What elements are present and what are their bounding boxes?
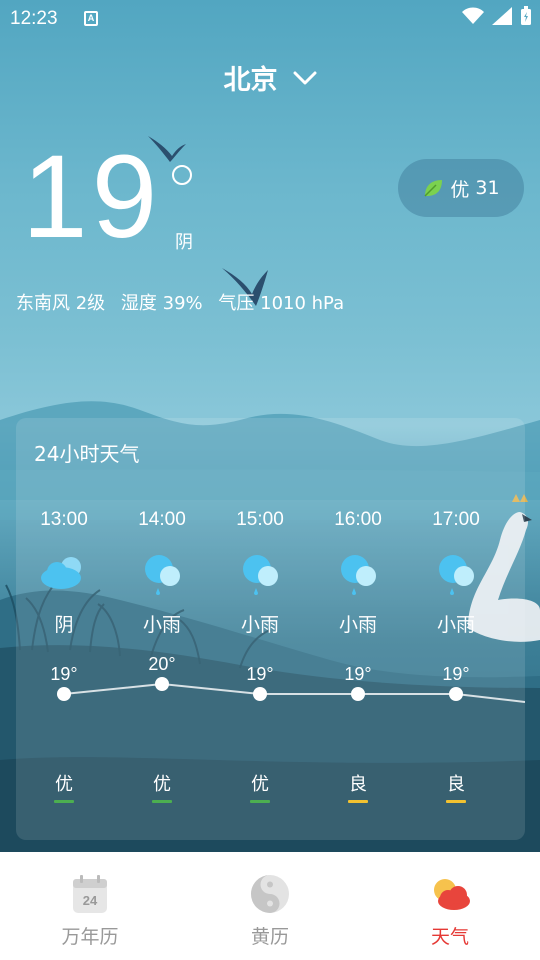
hour-temperature: 20° <box>148 654 176 674</box>
hour-air-quality: 优 <box>55 774 73 795</box>
nav-label: 天气 <box>430 926 469 948</box>
hour-time: 17:00 <box>432 509 480 530</box>
hour-icon-wrap <box>113 550 211 598</box>
hour-air-quality: 良 <box>349 774 367 795</box>
cloudy-icon <box>41 557 81 589</box>
nav-label: 万年历 <box>61 926 119 948</box>
hour-time: 14:00 <box>138 509 186 530</box>
air-quality-bar <box>152 800 172 803</box>
hour-condition: 小雨 <box>436 614 475 636</box>
bottom-nav: 24 万年历 黄历 天气 <box>0 852 540 960</box>
aqi-level: 优 <box>450 178 470 201</box>
signal-icon <box>492 7 512 25</box>
city-selector[interactable]: 北京 <box>0 58 540 97</box>
hour-air-quality: 良 <box>447 774 465 795</box>
pressure-info: 气压 1010 hPa <box>218 293 345 314</box>
air-quality-bar <box>54 800 74 803</box>
hour-time: 15:00 <box>236 509 284 530</box>
status-time: 12:23 <box>10 8 58 29</box>
air-quality-bar <box>348 800 368 803</box>
temperature-point <box>155 677 169 691</box>
light-rain-icon <box>439 555 474 595</box>
light-rain-icon <box>145 555 180 595</box>
hour-icon-wrap <box>16 550 113 598</box>
temperature-point <box>57 687 71 701</box>
hour-condition: 小雨 <box>240 614 279 636</box>
hour-temperature: 19° <box>50 664 78 684</box>
battery-icon <box>521 6 531 25</box>
hour-time: 13:00 <box>40 509 88 530</box>
current-condition: 阴 <box>175 232 193 253</box>
air-quality-bar <box>250 800 270 803</box>
hourly-item: 13:00 阴 <box>16 506 113 637</box>
hour-time: 16:00 <box>334 509 382 530</box>
nav-item-calendar[interactable]: 24 万年历 <box>0 852 180 960</box>
hour-condition: 小雨 <box>142 614 181 636</box>
hourly-item: 16:00 小雨 <box>309 506 407 637</box>
hour-air-quality: 优 <box>251 774 269 795</box>
hour-condition: 小雨 <box>338 614 377 636</box>
weather-screen: 12:23 A 北京 19 阴 优 31 东南风 2级 湿度 39% 气压 10… <box>0 0 540 852</box>
nav-label: 黄历 <box>250 926 289 948</box>
svg-text:24: 24 <box>83 893 98 908</box>
aqi-badge[interactable]: 优 31 <box>398 159 524 217</box>
calendar-icon: 24 <box>0 872 180 916</box>
hour-icon-wrap <box>211 550 309 598</box>
hour-temperature: 19° <box>344 664 372 684</box>
current-temperature: 19 <box>22 131 162 263</box>
light-rain-icon <box>243 555 278 595</box>
light-rain-icon <box>341 555 376 595</box>
hour-condition: 阴 <box>54 614 74 636</box>
nav-item-weather[interactable]: 天气 <box>360 852 540 960</box>
hourly-item: 17:00 小雨 <box>407 506 505 637</box>
hour-icon-wrap <box>407 550 505 598</box>
temperature-point <box>253 687 267 701</box>
degree-symbol <box>172 165 192 185</box>
notification-icon: A <box>84 11 98 26</box>
chevron-down-icon[interactable] <box>293 70 317 86</box>
weather-details: 东南风 2级 湿度 39% 气压 1010 hPa <box>16 289 354 315</box>
weather-icon <box>360 872 540 916</box>
city-name[interactable]: 北京 <box>223 65 277 96</box>
humidity-info: 湿度 39% <box>120 293 203 314</box>
hour-air-quality: 优 <box>153 774 171 795</box>
leaf-icon <box>424 180 443 197</box>
hour-icon-wrap <box>309 550 407 598</box>
wifi-icon <box>462 7 484 24</box>
wind-info: 东南风 2级 <box>16 293 106 314</box>
nav-item-almanac[interactable]: 黄历 <box>180 852 360 960</box>
aqi-value: 31 <box>475 177 500 199</box>
hourly-item: 14:00 小雨 <box>113 506 211 637</box>
hourly-forecast-panel[interactable]: 24小时天气 13:00 阴 19° 优 14:00 小雨 20° 优 15:00 小雨 19° 优 1… <box>16 418 525 840</box>
temperature-point <box>351 687 365 701</box>
yin-yang-icon <box>180 872 360 916</box>
air-quality-bar <box>446 800 466 803</box>
hour-temperature: 19° <box>246 664 274 684</box>
hour-temperature: 19° <box>442 664 470 684</box>
status-bar: 12:23 A <box>0 0 540 38</box>
hourly-item: 15:00 小雨 <box>211 506 309 637</box>
temperature-point <box>449 687 463 701</box>
status-icons <box>462 6 532 26</box>
